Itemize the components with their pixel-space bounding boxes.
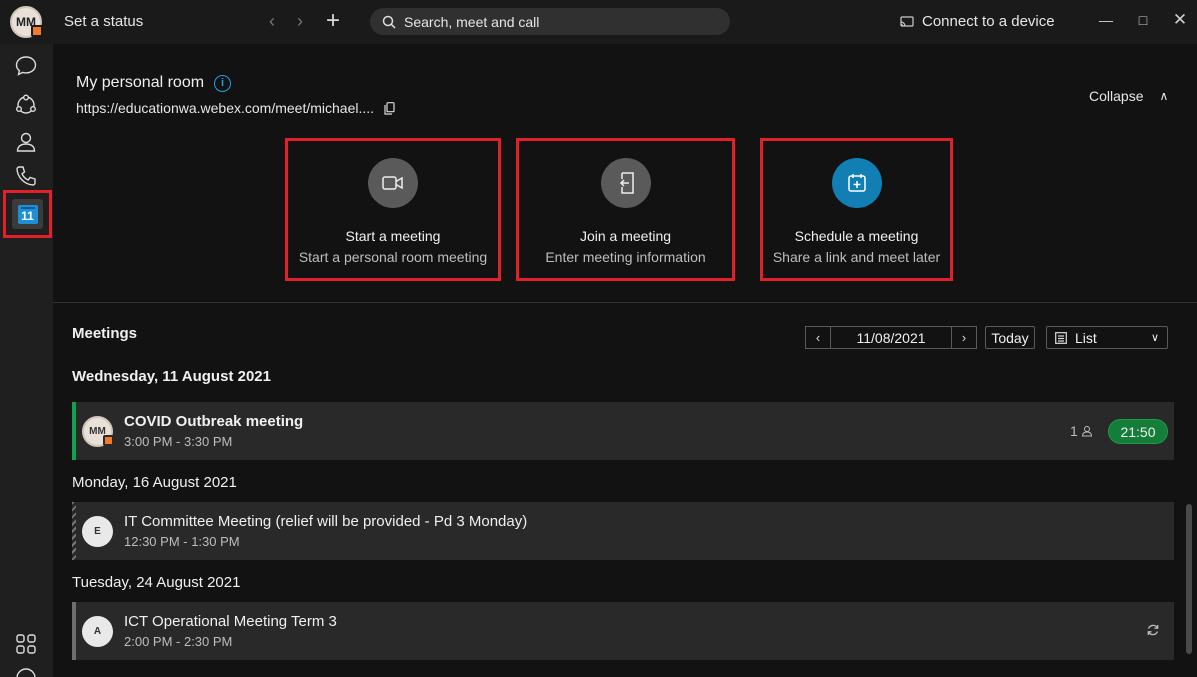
join-meeting-title: Join a meeting bbox=[579, 228, 672, 244]
calendar-icon[interactable]: 11 bbox=[12, 199, 43, 229]
calling-icon[interactable] bbox=[14, 164, 38, 188]
left-rail: 11 bbox=[0, 44, 53, 677]
participant-count-value: 1 bbox=[1070, 423, 1078, 439]
schedule-meeting-card[interactable]: Schedule a meeting Share a link and meet… bbox=[760, 138, 953, 281]
live-indicator-bar bbox=[72, 402, 76, 460]
search-input[interactable]: Search, meet and call bbox=[370, 8, 730, 35]
day-header: Tuesday, 24 August 2021 bbox=[72, 574, 241, 591]
personal-room-title: My personal room bbox=[76, 74, 205, 91]
search-icon bbox=[382, 15, 396, 29]
person-icon bbox=[1081, 426, 1092, 437]
calendar-day: 11 bbox=[17, 204, 38, 224]
personal-room-header: My personal room i bbox=[76, 74, 232, 92]
title-bar: MM Set a status ‹ › + Search, meet and c… bbox=[0, 0, 1197, 44]
current-date[interactable]: 11/08/2021 bbox=[831, 326, 951, 349]
calendar-add-icon bbox=[831, 158, 882, 208]
presence-badge bbox=[31, 25, 43, 37]
meeting-time: 3:00 PM - 3:30 PM bbox=[124, 434, 233, 449]
participant-count: 1 bbox=[1070, 423, 1093, 439]
chevron-up-icon: ∧ bbox=[1159, 89, 1169, 103]
meetings-heading: Meetings bbox=[72, 325, 138, 342]
collapse-button[interactable]: Collapse ∧ bbox=[1089, 88, 1168, 104]
back-arrow-icon[interactable]: ‹ bbox=[262, 10, 282, 32]
join-meeting-subtitle: Enter meeting information bbox=[545, 249, 706, 265]
meeting-time: 2:00 PM - 2:30 PM bbox=[124, 634, 233, 649]
meeting-indicator-bar bbox=[72, 602, 76, 660]
messaging-icon[interactable] bbox=[14, 54, 38, 78]
view-select-label: List bbox=[1075, 329, 1097, 346]
meeting-title: COVID Outbreak meeting bbox=[124, 413, 304, 430]
close-icon[interactable]: ✕ bbox=[1170, 10, 1190, 30]
plus-icon[interactable]: + bbox=[322, 8, 344, 34]
connect-device-button[interactable]: Connect to a device bbox=[900, 13, 1055, 30]
meeting-time: 12:30 PM - 1:30 PM bbox=[124, 534, 240, 549]
next-date-button[interactable]: › bbox=[951, 326, 977, 349]
view-select[interactable]: List ∨ bbox=[1046, 326, 1168, 349]
info-icon[interactable]: i bbox=[214, 74, 232, 92]
maximize-icon[interactable]: □ bbox=[1133, 10, 1153, 30]
contacts-icon[interactable] bbox=[14, 130, 38, 154]
meeting-item[interactable]: A ICT Operational Meeting Term 3 2:00 PM… bbox=[72, 602, 1174, 660]
schedule-meeting-title: Schedule a meeting bbox=[794, 228, 919, 244]
join-meeting-card[interactable]: Join a meeting Enter meeting information bbox=[516, 138, 735, 281]
copy-icon[interactable] bbox=[384, 101, 395, 115]
video-camera-icon bbox=[368, 158, 418, 208]
start-meeting-subtitle: Start a personal room meeting bbox=[298, 249, 488, 265]
previous-date-button[interactable]: ‹ bbox=[805, 326, 831, 349]
connect-label: Connect to a device bbox=[922, 13, 1055, 30]
meeting-title: IT Committee Meeting (relief will be pro… bbox=[124, 513, 528, 530]
apps-grid-icon[interactable] bbox=[14, 632, 38, 656]
tentative-indicator-bar bbox=[72, 502, 76, 560]
today-button[interactable]: Today bbox=[985, 326, 1035, 349]
collapse-label: Collapse bbox=[1089, 88, 1144, 104]
meeting-timer-badge[interactable]: 21:50 bbox=[1108, 419, 1168, 444]
search-placeholder: Search, meet and call bbox=[404, 13, 540, 30]
help-icon[interactable] bbox=[14, 666, 38, 677]
chevron-down-icon: ∨ bbox=[1150, 332, 1159, 344]
section-divider bbox=[53, 302, 1197, 303]
forward-arrow-icon[interactable]: › bbox=[290, 10, 310, 32]
start-meeting-title: Start a meeting bbox=[345, 228, 441, 244]
schedule-meeting-subtitle: Share a link and meet later bbox=[772, 249, 941, 265]
meeting-item[interactable]: E IT Committee Meeting (relief will be p… bbox=[72, 502, 1174, 560]
meeting-host-avatar: A bbox=[82, 616, 113, 647]
meetings-view: My personal room i https://educationwa.w… bbox=[53, 44, 1197, 677]
teams-icon[interactable] bbox=[14, 93, 38, 117]
start-meeting-card[interactable]: Start a meeting Start a personal room me… bbox=[285, 138, 501, 281]
scrollbar[interactable] bbox=[1186, 504, 1192, 654]
meeting-item[interactable]: MM COVID Outbreak meeting 3:00 PM - 3:30… bbox=[72, 402, 1174, 460]
user-avatar[interactable]: MM bbox=[10, 6, 43, 38]
personal-room-url: https://educationwa.webex.com/meet/micha… bbox=[76, 100, 375, 116]
meeting-host-avatar: E bbox=[82, 516, 113, 547]
personal-room-url-row: https://educationwa.webex.com/meet/micha… bbox=[76, 100, 395, 116]
cast-icon bbox=[900, 15, 914, 27]
day-header: Wednesday, 11 August 2021 bbox=[72, 368, 271, 385]
list-view-icon bbox=[1055, 331, 1067, 344]
meeting-host-avatar: MM bbox=[82, 416, 114, 447]
minimize-icon[interactable]: — bbox=[1096, 10, 1116, 30]
date-navigator: ‹ 11/08/2021 › bbox=[805, 326, 977, 349]
meeting-title: ICT Operational Meeting Term 3 bbox=[124, 613, 337, 630]
set-status-button[interactable]: Set a status bbox=[64, 13, 143, 30]
recurring-icon bbox=[1147, 624, 1159, 636]
presence-badge bbox=[103, 435, 114, 446]
meetings-nav-highlight[interactable]: 11 bbox=[3, 190, 52, 238]
day-header: Monday, 16 August 2021 bbox=[72, 474, 237, 491]
join-icon bbox=[600, 158, 651, 208]
